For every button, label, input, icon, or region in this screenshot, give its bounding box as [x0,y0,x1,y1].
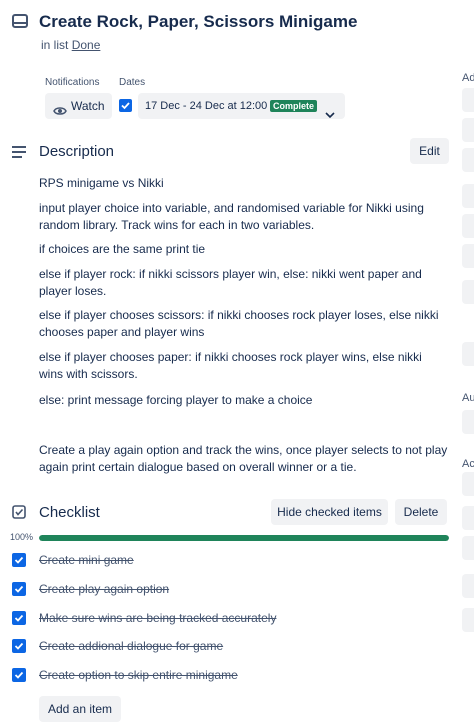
complete-badge: Complete [270,100,318,112]
watch-label: Watch [71,99,105,113]
hide-checked-button[interactable]: Hide checked items [271,499,388,525]
sidebar-archive-button[interactable] [462,574,474,598]
item-text[interactable]: Create option to skip entire minigame [39,668,238,682]
notifications-label: Notifications [45,77,100,88]
sidebar-members-button[interactable] [462,88,474,112]
sidebar-template-button[interactable] [462,536,474,560]
sidebar-cover-button[interactable] [462,244,474,268]
description-paragraph: if choices are the same print tie [39,242,206,256]
item-checkbox[interactable] [12,668,26,682]
sidebar-automation-button[interactable] [462,410,474,434]
date-range-text: 17 Dec - 24 Dec at 12:00 [145,100,268,112]
checklist-heading: Checklist [39,504,100,521]
description-paragraph: input player choice into variable, and r… [39,201,424,232]
item-text[interactable]: Make sure wins are being tracked accurat… [39,611,276,625]
list-link[interactable]: Done [72,38,101,52]
card-title[interactable]: Create Rock, Paper, Scissors Minigame [39,12,357,32]
item-checkbox[interactable] [12,582,26,596]
list-prefix: in list [41,38,69,52]
card-icon [12,14,28,33]
add-item-button[interactable]: Add an item [39,696,121,722]
sidebar-move-button[interactable] [462,472,474,496]
item-text[interactable]: Create mini game [39,553,134,567]
checklist-icon [12,505,26,524]
sidebar-attachment-button[interactable] [462,214,474,238]
sidebar-checklist-button[interactable] [462,148,474,172]
item-checkbox[interactable] [12,553,26,567]
chevron-down-icon [325,102,335,128]
item-checkbox[interactable] [12,611,26,625]
dates-label: Dates [119,77,146,88]
date-range-button[interactable]: 17 Dec - 24 Dec at 12:00 Complete [138,93,345,119]
description-heading: Description [39,143,115,160]
description-paragraph: else if player chooses scissors: if nikk… [39,308,439,339]
progress-track [39,535,449,541]
description-paragraph: else if player rock: if nikki scissors p… [39,267,422,298]
list-info: in list Done [41,38,100,52]
sidebar-powerup-button[interactable] [462,342,474,366]
sidebar-share-button[interactable] [462,608,474,632]
progress-fill [39,535,449,541]
sidebar-location-button[interactable] [462,280,474,304]
delete-checklist-button[interactable]: Delete [395,499,447,525]
item-text[interactable]: Create addional dialogue for game [39,639,223,653]
sidebar-label-automation: Au [462,392,474,404]
description-paragraph: Create a play again option and track the… [39,443,448,474]
eye-icon [53,100,67,126]
sidebar-copy-button[interactable] [462,506,474,530]
description-paragraph: RPS minigame vs Nikki [39,176,164,190]
description-paragraph: else: print message forcing player to ma… [39,393,313,407]
sidebar-label-add: Ad [462,72,474,84]
edit-description-button[interactable]: Edit [410,138,449,164]
sidebar-labels-button[interactable] [462,118,474,142]
sidebar-dates-button[interactable] [462,184,474,208]
item-checkbox[interactable] [12,639,26,653]
progress-percent: 100% [10,532,34,542]
description-icon [12,145,26,163]
item-text[interactable]: Create play again option [39,582,169,596]
date-complete-checkbox[interactable] [119,99,132,112]
sidebar-label-actions: Act [462,458,474,470]
watch-button[interactable]: Watch [45,93,112,119]
description-paragraph: else if player chooses paper: if nikki c… [39,350,422,381]
